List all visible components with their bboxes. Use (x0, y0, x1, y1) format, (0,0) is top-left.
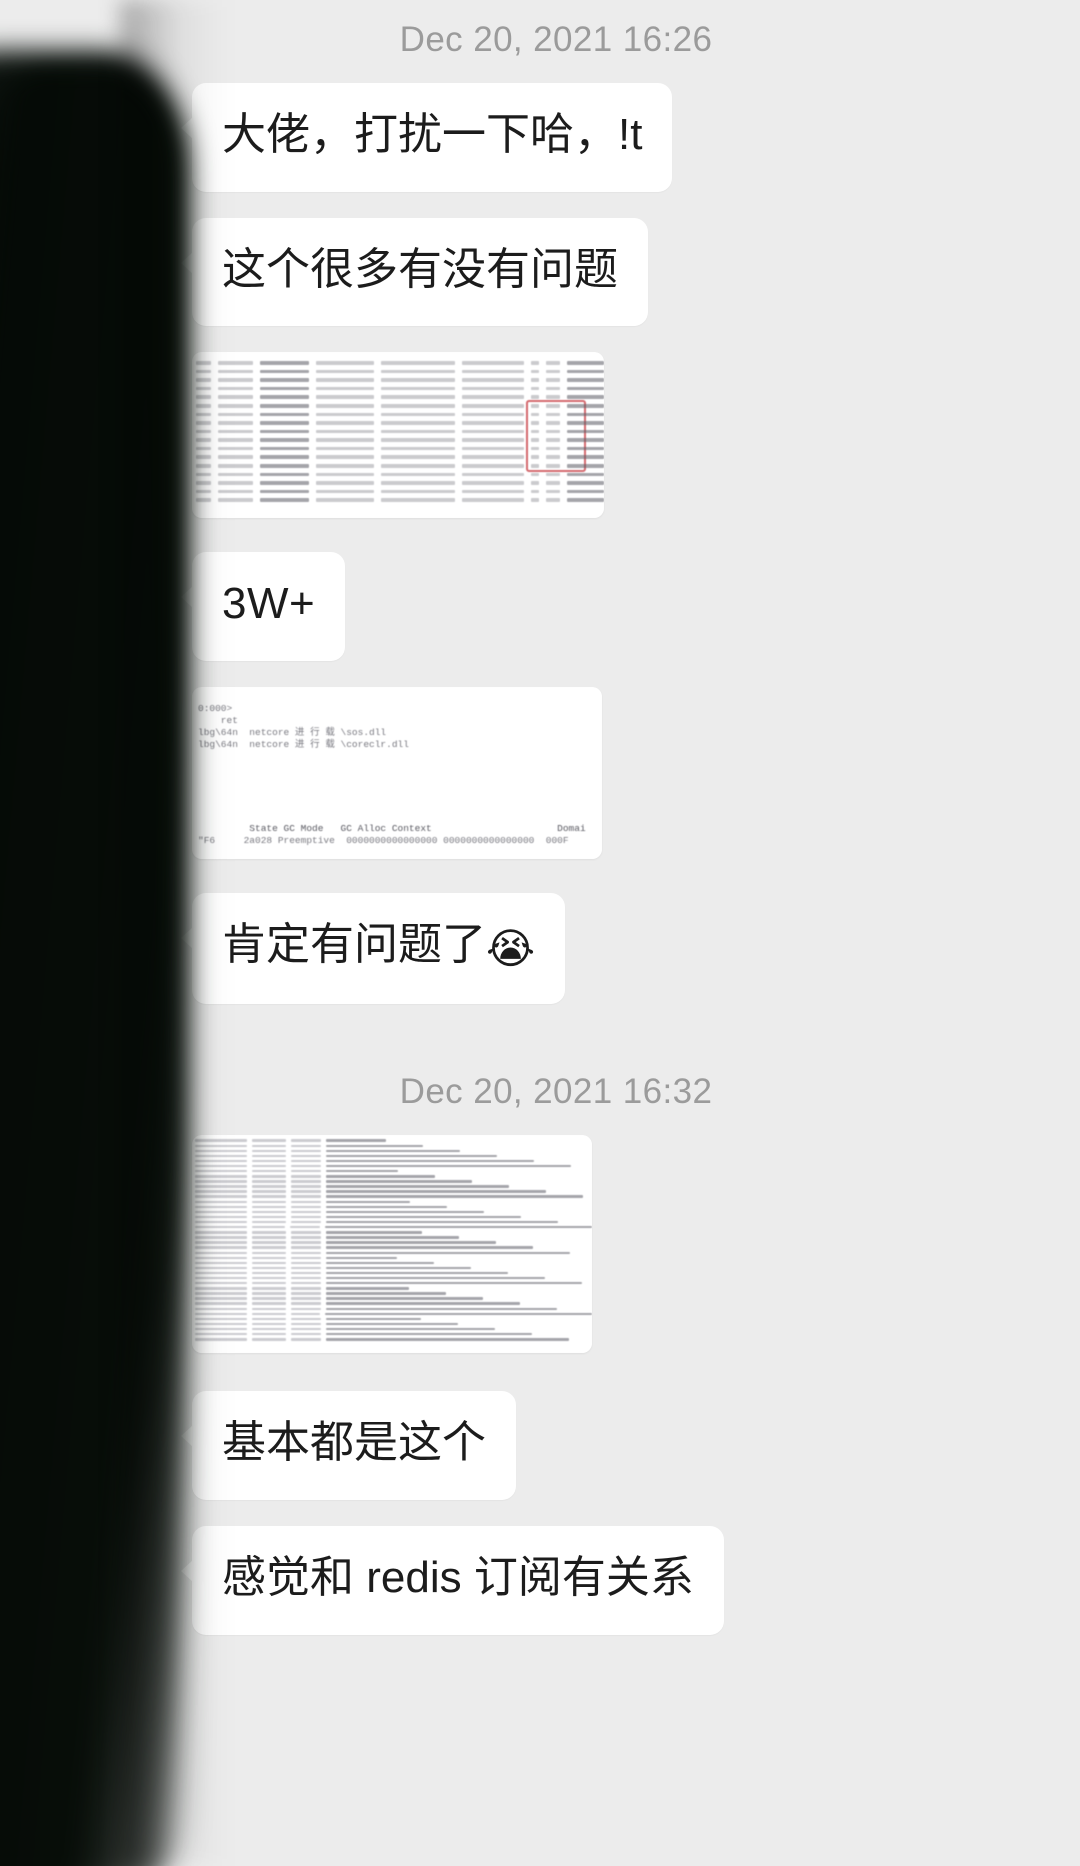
screenshot-text-line (192, 419, 604, 428)
message-bubble-text[interactable]: 基本都是这个 (181, 1391, 516, 1500)
screenshot-text-line (192, 487, 604, 496)
message-bubble-image[interactable] (192, 1135, 592, 1354)
thread-dump-screenshot (192, 352, 604, 519)
message-bubble-text[interactable]: 3W+ (180, 552, 346, 662)
screenshot-text-line (192, 427, 604, 436)
message-bubble-text[interactable]: 肯定有问题了😭 (180, 893, 566, 1005)
screenshot-text-line (192, 479, 604, 488)
message-bubble-text[interactable]: 这个很多有没有问题 (181, 217, 648, 327)
message-text: 肯定有问题了😭 (222, 915, 535, 978)
timestamp-row: Dec 20, 2021 16:32 (72, 1030, 1040, 1135)
message-text: 3W+ (222, 579, 316, 629)
message-bubble-text[interactable]: 大佬，打扰一下哈，!t (180, 83, 673, 192)
screenshot-text-line (192, 496, 604, 505)
message-bubble-text[interactable]: 感觉和 redis 订阅有关系 (181, 1525, 724, 1635)
screenshot-text-line (192, 453, 604, 462)
message-row (192, 1135, 1040, 1354)
screenshot-text-line (192, 436, 604, 445)
screenshot-text-line (192, 367, 604, 376)
message-text: 感觉和 redis 订阅有关系 (222, 1552, 694, 1602)
message-row: 3W+ (180, 552, 1040, 662)
screenshot-text-line (192, 444, 604, 453)
timestamp-divider: Dec 20, 2021 16:32 (399, 1072, 713, 1112)
screenshot-text-line (192, 410, 604, 419)
message-bubble-image[interactable] (192, 352, 604, 519)
message-row: 感觉和 redis 订阅有关系 (181, 1525, 1040, 1635)
screenshot-text-line (192, 470, 604, 479)
console-line: lbg\64n netcore 进 行 载 \coreclr.dll (198, 739, 409, 751)
message-row: 基本都是这个 (181, 1391, 1040, 1500)
stream-bottom-spacer (192, 1661, 1040, 1691)
message-row: 0:000> ret lbg\64n netcore 进 行 载 \sos.dl… (192, 687, 1040, 860)
crying-face-emoji: 😭 (486, 925, 536, 973)
message-text: 大佬，打扰一下哈，!t (222, 110, 643, 159)
stack-trace-screenshot (192, 1135, 592, 1354)
message-row: 大佬，打扰一下哈，!t (180, 83, 1040, 192)
screenshot-text-line (192, 358, 604, 367)
console-table-row: "F6 2a028 Preemptive 0000000000000000 00… (198, 835, 569, 847)
timestamp-row: Dec 20, 2021 16:26 (72, 0, 1040, 83)
screenshot-text-line (192, 393, 604, 402)
windbg-console-screenshot: 0:000> ret lbg\64n netcore 进 行 载 \sos.dl… (192, 687, 602, 860)
screenshot-text-line (192, 384, 604, 393)
message-row: 肯定有问题了😭 (180, 893, 1040, 1005)
message-row: 这个很多有没有问题 (181, 217, 1040, 327)
timestamp-divider: Dec 20, 2021 16:26 (399, 20, 713, 59)
chat-screen: Dec 20, 2021 16:26 大佬，打扰一下哈，!t 这个很多有没有问题 (0, 0, 1080, 1866)
console-line: 0:000> (198, 703, 233, 715)
message-row (192, 352, 1040, 519)
screenshot-text-line (192, 1337, 592, 1342)
screenshot-text-line (192, 462, 604, 471)
message-text-body: 肯定有问题了 (222, 920, 486, 970)
console-line: ret (198, 715, 238, 727)
screenshot-text-line (192, 401, 604, 410)
message-bubble-image[interactable]: 0:000> ret lbg\64n netcore 进 行 载 \sos.dl… (192, 687, 602, 860)
foreground-dark-object-core (0, 70, 175, 1866)
message-text: 基本都是这个 (222, 1418, 486, 1468)
console-table-header: State GC Mode GC Alloc Context Domai (198, 823, 586, 835)
console-line: lbg\64n netcore 进 行 载 \sos.dll (198, 727, 387, 739)
screenshot-text-line (192, 376, 604, 385)
message-text: 这个很多有没有问题 (222, 244, 618, 294)
